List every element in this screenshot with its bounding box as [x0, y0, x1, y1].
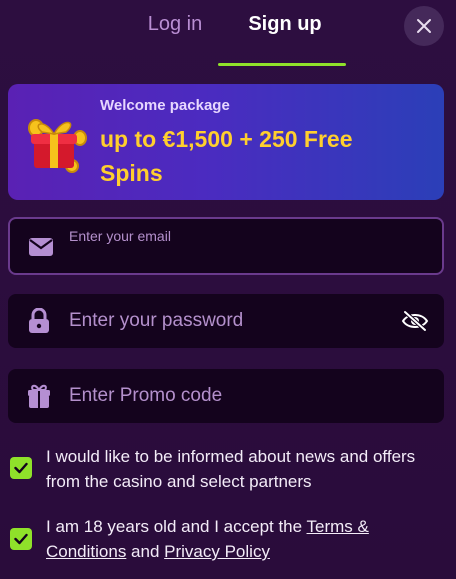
privacy-link[interactable]: Privacy Policy — [164, 542, 270, 561]
promo-code-field[interactable]: Enter Promo code — [8, 369, 444, 423]
lock-icon — [26, 308, 52, 334]
banner-kicker: Welcome package — [100, 97, 230, 114]
close-button[interactable] — [404, 6, 444, 46]
checkmark-icon — [14, 462, 28, 474]
active-tab-indicator — [218, 63, 346, 66]
marketing-consent-text: I would like to be informed about news a… — [46, 447, 416, 491]
promo-placeholder: Enter Promo code — [69, 385, 223, 406]
welcome-banner: Welcome package up to €1,500 + 250 Free … — [8, 84, 444, 200]
terms-consent-text: I am 18 years old and I accept the Terms… — [46, 514, 446, 564]
email-placeholder: Enter your email — [69, 228, 171, 244]
terms-text-prefix: I am 18 years old and I accept the — [46, 517, 307, 536]
password-field[interactable]: Enter your password — [8, 294, 444, 348]
terms-checkbox[interactable] — [10, 528, 32, 550]
marketing-checkbox[interactable] — [10, 457, 32, 479]
envelope-icon — [28, 234, 54, 260]
email-field[interactable]: Enter your email — [8, 217, 444, 275]
checkmark-icon — [14, 533, 28, 545]
banner-headline: up to €1,500 + 250 Free Spins — [100, 126, 353, 186]
signup-modal: Log in Sign up Welcome package up to €1,… — [0, 0, 456, 579]
gift-icon — [26, 383, 52, 409]
gift-icon — [28, 119, 87, 173]
terms-text-middle: and — [126, 542, 165, 561]
password-placeholder: Enter your password — [69, 310, 244, 331]
close-icon — [417, 19, 431, 33]
eye-off-icon[interactable] — [400, 307, 430, 335]
auth-tabs: Log in Sign up — [0, 0, 456, 66]
tab-signup[interactable]: Sign up — [210, 12, 360, 66]
